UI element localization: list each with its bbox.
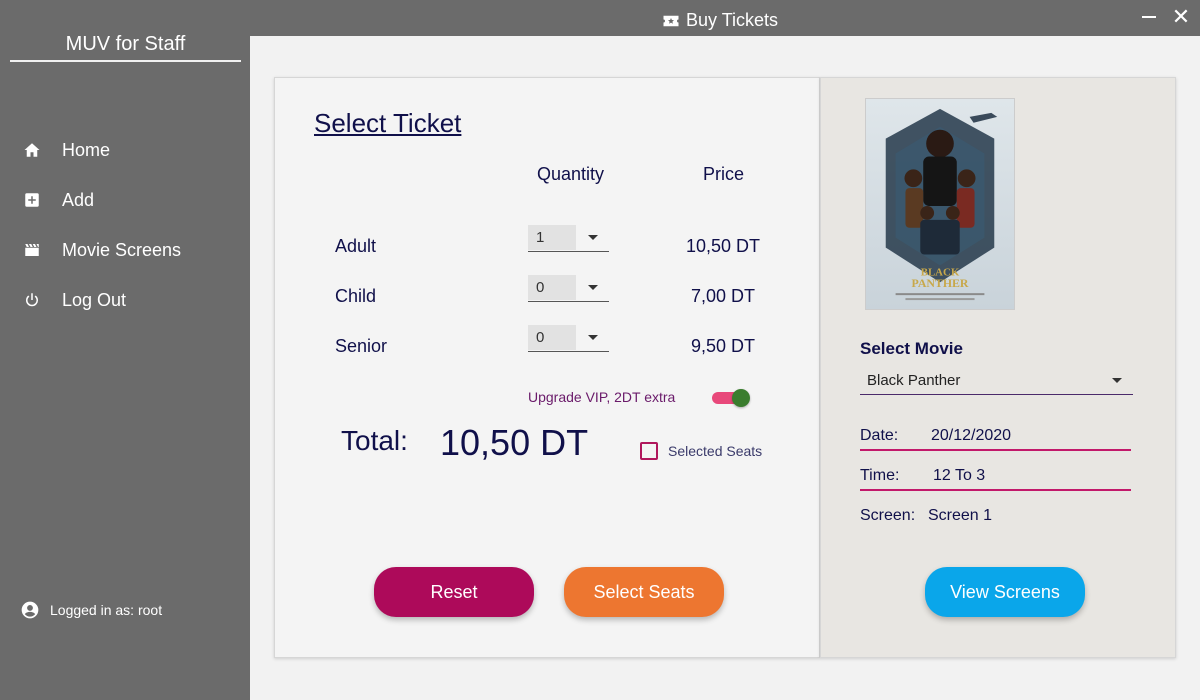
sidebar-item-label: Home [62,139,111,160]
date-row: Date: 20/12/2020 [860,419,1131,451]
close-button[interactable]: ✕ [1170,6,1192,28]
logged-in-status: Logged in as: root [20,600,162,620]
sidebar-item-label: Add [62,189,95,210]
view-screens-button[interactable]: View Screens [925,567,1085,617]
sidebar-item-label: Movie Screens [62,239,182,260]
senior-quantity-value: 0 [528,325,576,350]
page-title: Select Ticket [314,108,462,138]
sidebar-item-add[interactable]: Add [20,185,94,215]
logged-in-label: Logged in as: root [50,602,163,618]
vip-toggle[interactable] [712,389,750,407]
screen-row: Screen: Screen 1 [860,499,1131,531]
adult-price: 10,50 DT [685,236,760,256]
child-quantity-value: 0 [528,275,576,300]
clapperboard-icon [20,238,44,262]
child-price: 7,00 DT [690,286,755,306]
user-avatar-icon [20,600,40,620]
chevron-down-icon [1112,378,1122,383]
selected-seats-label: Selected Seats [668,443,763,459]
chevron-down-icon [588,285,598,290]
plus-square-icon [20,188,44,212]
quantity-header: Quantity [537,164,605,184]
total-value: 10,50 DT [440,422,589,463]
home-icon [20,138,44,162]
sidebar-item-movie-screens[interactable]: Movie Screens [20,235,181,265]
sidebar: MUV for Staff Home Add Movie Screens Log… [0,0,250,700]
total-label: Total: [341,425,408,456]
senior-price: 9,50 DT [690,336,755,356]
window-title: Buy Tickets [662,10,778,31]
toggle-knob [732,389,750,407]
sidebar-item-log-out[interactable]: Log Out [20,285,126,315]
screen-label: Screen: [860,507,916,524]
screen-value: Screen 1 [928,507,993,524]
window-title-text: Buy Tickets [686,10,779,30]
app-title: MUV for Staff [10,33,241,62]
time-row: Time: 12 To 3 [860,459,1131,491]
time-value: 12 To 3 [933,467,986,484]
reset-button[interactable]: Reset [374,567,534,617]
minimize-button[interactable] [1140,6,1160,26]
title-bar: Buy Tickets ✕ [250,0,1200,36]
price-header: Price [703,164,745,184]
select-movie-label: Select Movie [860,339,963,358]
child-label: Child [335,286,377,306]
sidebar-item-label: Log Out [62,289,127,310]
selected-seats-checkbox[interactable] [640,442,658,460]
chevron-down-icon [588,235,598,240]
child-quantity-select[interactable]: 0 [528,275,609,302]
adult-quantity-select[interactable]: 1 [528,225,609,252]
date-value: 20/12/2020 [931,427,1012,444]
movie-poster: BLACK PANTHER [865,98,1015,310]
power-icon [20,288,44,312]
senior-label: Senior [335,336,388,356]
selected-seats-checkbox-row[interactable]: Selected Seats [640,442,762,460]
adult-label: Adult [335,236,377,256]
vip-upgrade-label: Upgrade VIP, 2DT extra [528,389,676,405]
sidebar-item-home[interactable]: Home [20,135,110,165]
movie-select-value: Black Panther [867,372,961,389]
movie-select[interactable]: Black Panther [860,368,1133,395]
time-label: Time: [860,467,900,484]
ticket-icon [663,15,679,26]
chevron-down-icon [588,335,598,340]
poster-title-line2: PANTHER [912,276,969,290]
adult-quantity-value: 1 [528,225,576,250]
senior-quantity-select[interactable]: 0 [528,325,609,352]
select-seats-button[interactable]: Select Seats [564,567,724,617]
date-label: Date: [860,427,899,444]
